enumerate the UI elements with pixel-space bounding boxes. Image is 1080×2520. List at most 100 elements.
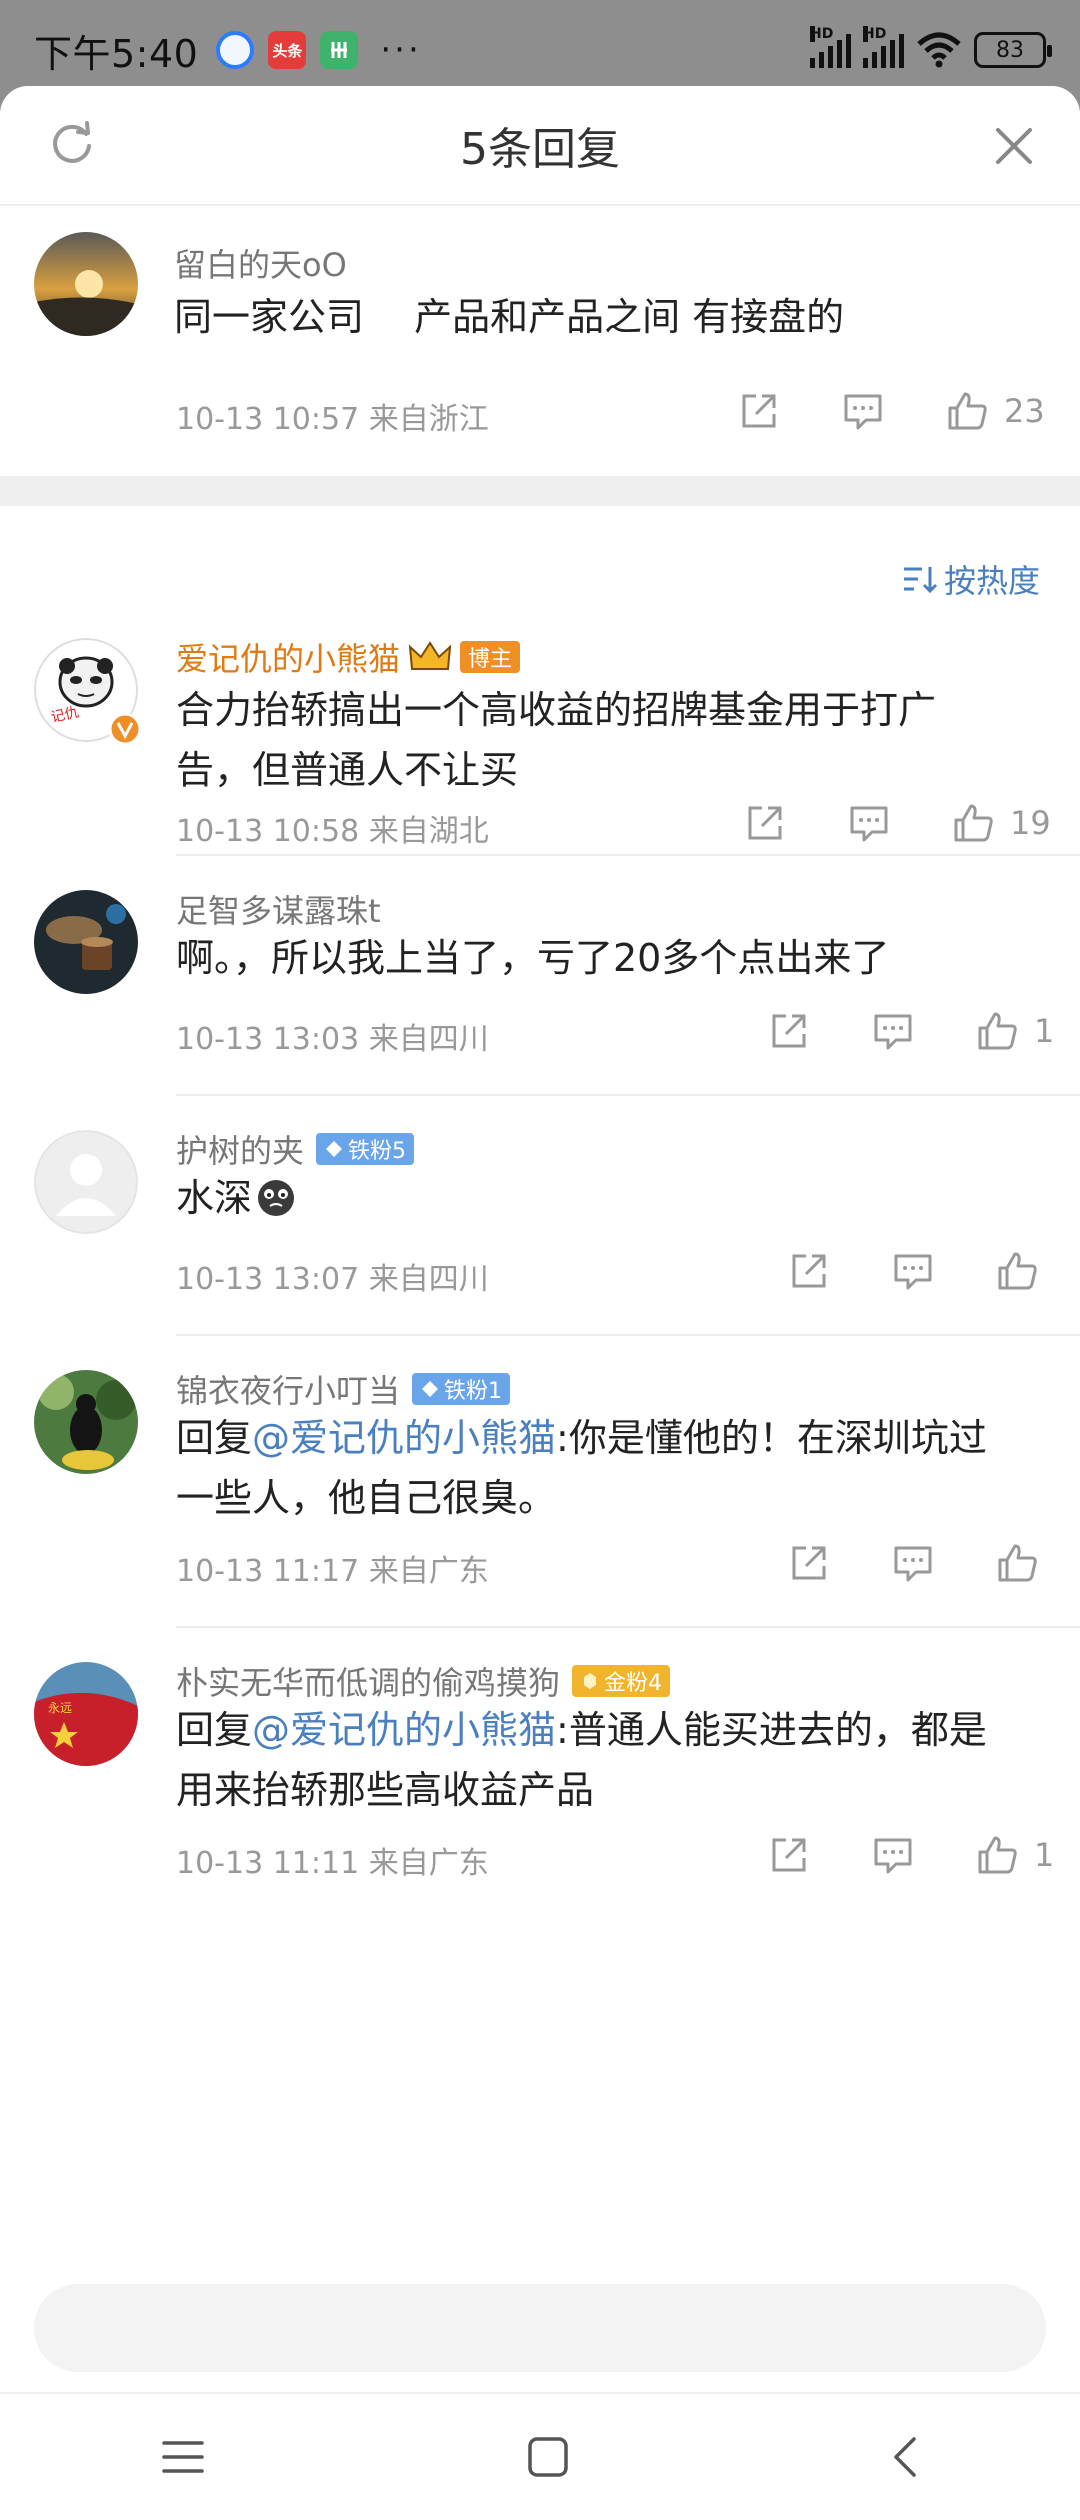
like-count: 1 bbox=[1034, 1836, 1055, 1874]
hd-label: HD bbox=[863, 26, 887, 42]
like-icon[interactable] bbox=[974, 1832, 1020, 1878]
mention-link[interactable]: @爱记仇的小熊猫 bbox=[252, 1416, 556, 1460]
comment-icon[interactable] bbox=[890, 1540, 936, 1586]
app-glyph-icon bbox=[331, 42, 348, 58]
share-icon[interactable] bbox=[736, 388, 782, 434]
hd-label: HD bbox=[810, 26, 834, 42]
avatar-image bbox=[34, 890, 138, 994]
like-icon[interactable] bbox=[994, 1248, 1040, 1294]
blogger-badge: 博主 bbox=[460, 641, 521, 673]
reply-actions: 1 bbox=[766, 1832, 1054, 1878]
reply-meta: 10-13 13:07 来自四川 bbox=[176, 1262, 489, 1297]
fan-badge: 铁粉5 bbox=[316, 1133, 415, 1165]
comment-meta: 10-13 10:57 来自浙江 bbox=[176, 402, 489, 437]
reply-text-segment: :普通人能买进去的，都是 bbox=[556, 1708, 987, 1752]
reply-text: 回复@爱记仇的小熊猫:普通人能买进去的，都是 用来抬轿那些高收益产品 bbox=[176, 1700, 987, 1820]
fan-badge: 铁粉1 bbox=[412, 1373, 511, 1405]
like-icon[interactable] bbox=[944, 388, 990, 434]
close-icon[interactable] bbox=[988, 120, 1040, 172]
reply-text-line: 一些人，他自己很臭。 bbox=[176, 1476, 557, 1520]
comment-username[interactable]: 留白的天oO bbox=[174, 240, 347, 286]
avatar[interactable] bbox=[34, 890, 138, 994]
avatar-image bbox=[34, 1370, 138, 1474]
replies-sheet: 5条回复 留白的天oO 同一家公司 产品和产品之间 有接盘的 10-13 10:… bbox=[0, 86, 1080, 2520]
gem-icon bbox=[584, 1673, 597, 1689]
reply-meta: 10-13 13:03 来自四川 bbox=[176, 1022, 489, 1057]
reply-item: 锦衣夜行小叮当 铁粉1 回复@爱记仇的小熊猫:你是懂他的！在深圳坑过 一些人，他… bbox=[34, 1336, 1080, 1628]
avatar[interactable]: 永远 bbox=[34, 1662, 138, 1766]
reply-actions bbox=[786, 1540, 1040, 1586]
toutiao-notification-icon: 头条 bbox=[268, 31, 307, 69]
reply-item: 永远 朴实无华而低调的偷鸡摸狗 金粉4 回复@爱记仇的小熊猫:普通人能买进去的，… bbox=[34, 1628, 1080, 1920]
sheet-header: 5条回复 bbox=[0, 86, 1080, 206]
share-icon[interactable] bbox=[742, 800, 788, 846]
svg-text:永远: 永远 bbox=[48, 1701, 72, 1715]
comment-icon[interactable] bbox=[870, 1832, 916, 1878]
comment-icon[interactable] bbox=[870, 1008, 916, 1054]
reply-username[interactable]: 锦衣夜行小叮当 bbox=[176, 1366, 400, 1412]
reply-actions bbox=[786, 1248, 1040, 1294]
section-divider bbox=[0, 476, 1080, 506]
like-count: 19 bbox=[1010, 804, 1051, 842]
reply-username[interactable]: 朴实无华而低调的偷鸡摸狗 bbox=[176, 1658, 560, 1704]
reply-text: 水深 bbox=[176, 1168, 296, 1228]
battery-level: 83 bbox=[996, 37, 1024, 63]
gold-badge-label: 金粉4 bbox=[604, 1671, 663, 1696]
reply-item: 护树的夹 铁粉5 水深 10-13 13:07 来自四川 bbox=[34, 1096, 1080, 1336]
reply-text: 合力抬轿搞出一个高收益的招牌基金用于打广 告，但普通人不让买 bbox=[176, 680, 936, 800]
like-icon[interactable] bbox=[974, 1008, 1020, 1054]
reply-text-line: 用来抬轿那些高收益产品 bbox=[176, 1768, 595, 1812]
reply-text-line: 水深 bbox=[176, 1176, 253, 1220]
reply-input[interactable] bbox=[34, 2284, 1046, 2372]
reply-prefix: 回复 bbox=[176, 1708, 253, 1752]
avatar[interactable] bbox=[34, 1130, 138, 1234]
reply-meta: 10-13 10:58 来自湖北 bbox=[176, 814, 489, 849]
avatar[interactable] bbox=[34, 1370, 138, 1474]
reply-text-line: 告，但普通人不让买 bbox=[176, 748, 519, 792]
avatar[interactable] bbox=[34, 232, 138, 336]
reply-user-row: 爱记仇的小熊猫 博主 bbox=[176, 634, 521, 680]
notification-icons: 头条 bbox=[216, 31, 359, 69]
home-icon[interactable] bbox=[526, 2435, 570, 2479]
sort-label: 按热度 bbox=[943, 562, 1040, 600]
reply-meta: 10-13 11:17 来自广东 bbox=[176, 1554, 489, 1589]
diamond-icon bbox=[326, 1141, 343, 1157]
reply-text-line: 回复@爱记仇的小熊猫:你是懂他的！在深圳坑过 bbox=[176, 1408, 987, 1468]
reply-text-segment: :你是懂他的！在深圳坑过 bbox=[556, 1416, 987, 1460]
sort-icon bbox=[903, 567, 938, 594]
reply-meta: 10-13 11:11 来自广东 bbox=[176, 1846, 489, 1881]
reply-text: 回复@爱记仇的小熊猫:你是懂他的！在深圳坑过 一些人，他自己很臭。 bbox=[176, 1408, 987, 1528]
default-avatar-icon bbox=[34, 1130, 138, 1234]
like-icon[interactable] bbox=[950, 800, 996, 846]
reply-prefix: 回复 bbox=[176, 1416, 253, 1460]
reply-user-row: 朴实无华而低调的偷鸡摸狗 金粉4 bbox=[176, 1658, 671, 1704]
share-icon[interactable] bbox=[766, 1832, 812, 1878]
sort-by-hot-button[interactable]: 按热度 bbox=[902, 556, 1040, 602]
reply-username[interactable]: 护树的夹 bbox=[176, 1126, 304, 1172]
reply-username[interactable]: 爱记仇的小熊猫 bbox=[176, 634, 400, 680]
share-icon[interactable] bbox=[786, 1248, 832, 1294]
comment-icon[interactable] bbox=[890, 1248, 936, 1294]
avatar-image bbox=[34, 232, 138, 336]
comment-icon[interactable] bbox=[846, 800, 892, 846]
refresh-icon[interactable] bbox=[46, 118, 98, 170]
reply-user-row: 护树的夹 铁粉5 bbox=[176, 1126, 415, 1172]
signal-icon: HD bbox=[810, 26, 851, 68]
menu-icon[interactable] bbox=[160, 2437, 206, 2477]
reply-username[interactable]: 足智多谋露珠t bbox=[176, 886, 381, 932]
sort-row: 按热度 bbox=[0, 506, 1080, 616]
gold-fan-badge: 金粉4 bbox=[572, 1665, 671, 1697]
page-title: 5条回复 bbox=[460, 124, 620, 175]
share-icon[interactable] bbox=[766, 1008, 812, 1054]
mention-link[interactable]: @爱记仇的小熊猫 bbox=[252, 1708, 556, 1752]
share-icon[interactable] bbox=[786, 1540, 832, 1586]
comment-icon[interactable] bbox=[840, 388, 886, 434]
reply-text-line: 合力抬轿搞出一个高收益的招牌基金用于打广 bbox=[176, 688, 937, 732]
crown-icon bbox=[408, 641, 452, 670]
back-icon[interactable] bbox=[890, 2435, 920, 2479]
verified-v-icon bbox=[108, 712, 142, 746]
reply-text-line: 回复@爱记仇的小熊猫:普通人能买进去的，都是 bbox=[176, 1700, 987, 1760]
wifi-icon bbox=[917, 32, 961, 68]
app-notification-icon bbox=[216, 31, 255, 69]
like-icon[interactable] bbox=[994, 1540, 1040, 1586]
